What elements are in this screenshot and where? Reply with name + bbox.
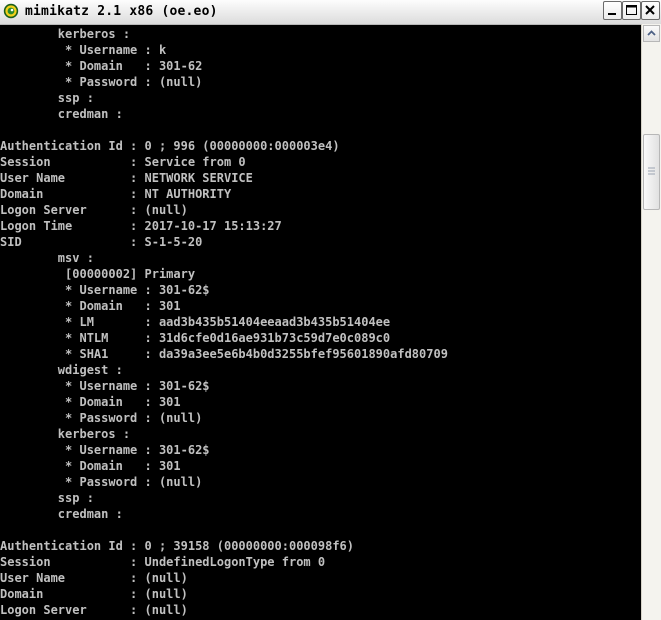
minimize-button[interactable] (603, 1, 622, 20)
console-line: Authentication Id : 0 ; 996 (00000000:00… (0, 139, 340, 153)
console-line: wdigest : (0, 363, 123, 377)
grip-icon (648, 167, 655, 175)
console-line: Session : UndefinedLogonType from 0 (0, 555, 326, 569)
console-line: * Password : (null) (0, 75, 203, 89)
maximize-button[interactable] (622, 1, 641, 20)
close-button[interactable] (641, 1, 660, 20)
console-line: msv : (0, 251, 94, 265)
console-line: * Domain : 301 (0, 459, 181, 473)
console-line: User Name : (null) (0, 571, 188, 585)
console-line: credman : (0, 107, 123, 121)
scroll-up-arrow-icon (647, 30, 656, 36)
console-line: * LM : aad3b435b51404eeaad3b435b51404ee (0, 315, 391, 329)
console-line: * Username : 301-62$ (0, 379, 210, 393)
console-line: Session : Service from 0 (0, 155, 246, 169)
scrollbar-thumb[interactable] (643, 134, 660, 210)
mimikatz-app-icon[interactable] (3, 3, 19, 19)
console-window: mimikatz 2.1 x86 (oe.eo) kerberos : * Us… (0, 0, 661, 620)
console-line: kerberos : (0, 27, 131, 41)
scroll-up-button[interactable] (643, 25, 660, 42)
console-line: Logon Server : (null) (0, 203, 188, 217)
console-line: * Username : 301-62$ (0, 283, 210, 297)
console-line: ssp : (0, 91, 94, 105)
console-line: Logon Time : 2017-10-17 15:13:27 (0, 219, 282, 233)
console-line: kerberos : (0, 427, 131, 441)
console-line: credman : (0, 507, 123, 521)
console-line: * Domain : 301-62 (0, 59, 203, 73)
title-bar[interactable]: mimikatz 2.1 x86 (oe.eo) (0, 0, 661, 25)
console-line: SID : S-1-5-20 (0, 235, 203, 249)
vertical-scrollbar[interactable] (641, 24, 661, 620)
console-line: User Name : NETWORK SERVICE (0, 171, 253, 185)
console-line: * Password : (null) (0, 411, 203, 425)
console-line: * Username : k (0, 43, 167, 57)
console-line: * Username : 301-62$ (0, 443, 210, 457)
console-line: * SHA1 : da39a3ee5e6b4b0d3255bfef9560189… (0, 347, 448, 361)
close-icon (645, 5, 655, 15)
window-title: mimikatz 2.1 x86 (oe.eo) (25, 4, 218, 19)
console-line: Domain : NT AUTHORITY (0, 187, 232, 201)
console-line: [00000002] Primary (0, 267, 196, 281)
maximize-icon (626, 5, 637, 15)
console-line: * Domain : 301 (0, 299, 181, 313)
console-line: Logon Server : (null) (0, 603, 188, 617)
console-line: Authentication Id : 0 ; 39158 (00000000:… (0, 539, 355, 553)
console-line: Domain : (null) (0, 587, 188, 601)
console-line: * Password : (null) (0, 475, 203, 489)
console-output[interactable]: kerberos : * Username : k * Domain : 301… (0, 24, 641, 620)
console-line: ssp : (0, 491, 94, 505)
console-line: * NTLM : 31d6cfe0d16ae931b73c59d7e0c089c… (0, 331, 391, 345)
minimize-icon (608, 13, 616, 15)
console-line: * Domain : 301 (0, 395, 181, 409)
